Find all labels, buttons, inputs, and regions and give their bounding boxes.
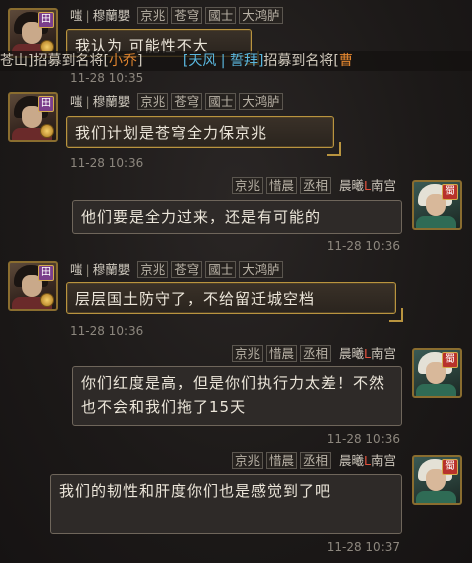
sender-avatar[interactable]: 蜀 bbox=[412, 180, 462, 230]
player-name[interactable]: [天风 | 誓拜] bbox=[183, 53, 264, 69]
sender-tag: 惜晨 bbox=[265, 177, 297, 194]
faction-badge: 蜀 bbox=[442, 352, 458, 368]
sender-avatar[interactable]: 蜀 bbox=[412, 455, 462, 505]
message-bubble[interactable]: 你们红度是高，但是你们执行力太差！不然也不会和我们拖了15天 bbox=[72, 366, 402, 426]
sender-tag: 京兆 bbox=[231, 452, 263, 469]
sender-name[interactable]: 嗤 bbox=[70, 94, 83, 109]
sender-tag: 惜晨 bbox=[265, 452, 297, 469]
message-timestamp: 11-28 10:36 bbox=[326, 239, 400, 253]
sender-tag: 丞相 bbox=[300, 177, 332, 194]
sender-header: 京兆 惜晨 丞相 晨曦L南宫 bbox=[229, 452, 396, 469]
sender-header: 嗤 | 穆蘭嬰 京兆 苍穹 國士 大鸿胪 bbox=[70, 261, 283, 278]
system-recruit-line: 苍山]招募到名将[小乔] [天风 | 誓拜]招募到名将[曹 bbox=[0, 51, 472, 71]
faction-badge: 蜀 bbox=[442, 459, 458, 475]
sender-guild: 穆蘭嬰 bbox=[92, 94, 131, 109]
sender-header: 京兆 惜晨 丞相 晨曦L南宫 bbox=[229, 345, 396, 362]
message-text: 你们红度是高，但是你们执行力太差！不然也不会和我们拖了15天 bbox=[81, 374, 386, 416]
message-bubble[interactable]: 层层国土防守了，不给留迁城空档 bbox=[66, 282, 403, 322]
sender-tag: 京兆 bbox=[231, 177, 263, 194]
sender-name[interactable]: 晨曦L南宫 bbox=[339, 178, 396, 193]
sender-tag: 苍穹 bbox=[171, 261, 203, 278]
sender-header: 京兆 惜晨 丞相 晨曦L南宫 bbox=[229, 177, 396, 194]
sender-name[interactable]: 晨曦L南宫 bbox=[339, 453, 396, 468]
sender-avatar[interactable]: 田 bbox=[8, 92, 58, 142]
sender-guild: 穆蘭嬰 bbox=[92, 262, 131, 277]
sender-name[interactable]: 嗤 bbox=[70, 262, 83, 277]
sender-tag: 國士 bbox=[205, 7, 237, 24]
general-name[interactable]: 曹 bbox=[339, 53, 353, 69]
sender-avatar[interactable]: 蜀 bbox=[412, 348, 462, 398]
sender-tag: 京兆 bbox=[137, 93, 169, 110]
message-bubble[interactable]: 我们的韧性和肝度你们也是感觉到了吧 bbox=[50, 474, 402, 534]
sender-name[interactable]: 嗤 bbox=[70, 8, 83, 23]
chat-panel[interactable]: 田 嗤 | 穆蘭嬰 京兆 苍穹 國士 大鸿胪 我认为 可能性不大 11-28 10:35 … bbox=[0, 0, 472, 563]
sender-name[interactable]: 晨曦L南宫 bbox=[339, 346, 396, 361]
sender-tag: 丞相 bbox=[300, 345, 332, 362]
sender-tag: 京兆 bbox=[231, 345, 263, 362]
message-timestamp: 11-28 10:36 bbox=[326, 432, 400, 446]
sender-tag: 苍穹 bbox=[171, 93, 203, 110]
message-text: 他们要是全力过来，还是有可能的 bbox=[81, 208, 322, 226]
message-text: 我们的韧性和肝度你们也是感觉到了吧 bbox=[59, 482, 332, 500]
message-timestamp: 11-28 10:35 bbox=[70, 71, 144, 85]
sender-header: 嗤 | 穆蘭嬰 京兆 苍穹 國士 大鸿胪 bbox=[70, 93, 283, 110]
faction-badge: 蜀 bbox=[442, 184, 458, 200]
general-name[interactable]: 小乔 bbox=[109, 53, 137, 69]
message-timestamp: 11-28 10:37 bbox=[326, 540, 400, 554]
sender-tag: 國士 bbox=[205, 261, 237, 278]
faction-badge: 田 bbox=[38, 265, 54, 281]
medal-icon bbox=[40, 124, 54, 138]
sender-tag: 京兆 bbox=[137, 261, 169, 278]
sender-header: 嗤 | 穆蘭嬰 京兆 苍穹 國士 大鸿胪 bbox=[70, 7, 283, 24]
sender-guild: 穆蘭嬰 bbox=[92, 8, 131, 23]
medal-icon bbox=[40, 293, 54, 307]
sender-tag: 大鸿胪 bbox=[239, 261, 283, 278]
message-text: 我们计划是苍穹全力保京兆 bbox=[75, 124, 268, 142]
sender-tag: 惜晨 bbox=[265, 345, 297, 362]
sender-tag: 京兆 bbox=[137, 7, 169, 24]
sender-tag: 苍穹 bbox=[171, 7, 203, 24]
message-bubble[interactable]: 我们计划是苍穹全力保京兆 bbox=[66, 116, 341, 156]
message-timestamp: 11-28 10:36 bbox=[70, 324, 144, 338]
message-timestamp: 11-28 10:36 bbox=[70, 156, 144, 170]
sender-tag: 大鸿胪 bbox=[239, 93, 283, 110]
faction-badge: 田 bbox=[38, 12, 54, 28]
message-bubble[interactable]: 他们要是全力过来，还是有可能的 bbox=[72, 200, 402, 234]
sender-tag: 丞相 bbox=[300, 452, 332, 469]
message-text: 层层国土防守了，不给留迁城空档 bbox=[75, 290, 316, 308]
faction-badge: 田 bbox=[38, 96, 54, 112]
sender-tag: 國士 bbox=[205, 93, 237, 110]
sender-avatar[interactable]: 田 bbox=[8, 261, 58, 311]
sender-tag: 大鸿胪 bbox=[239, 7, 283, 24]
